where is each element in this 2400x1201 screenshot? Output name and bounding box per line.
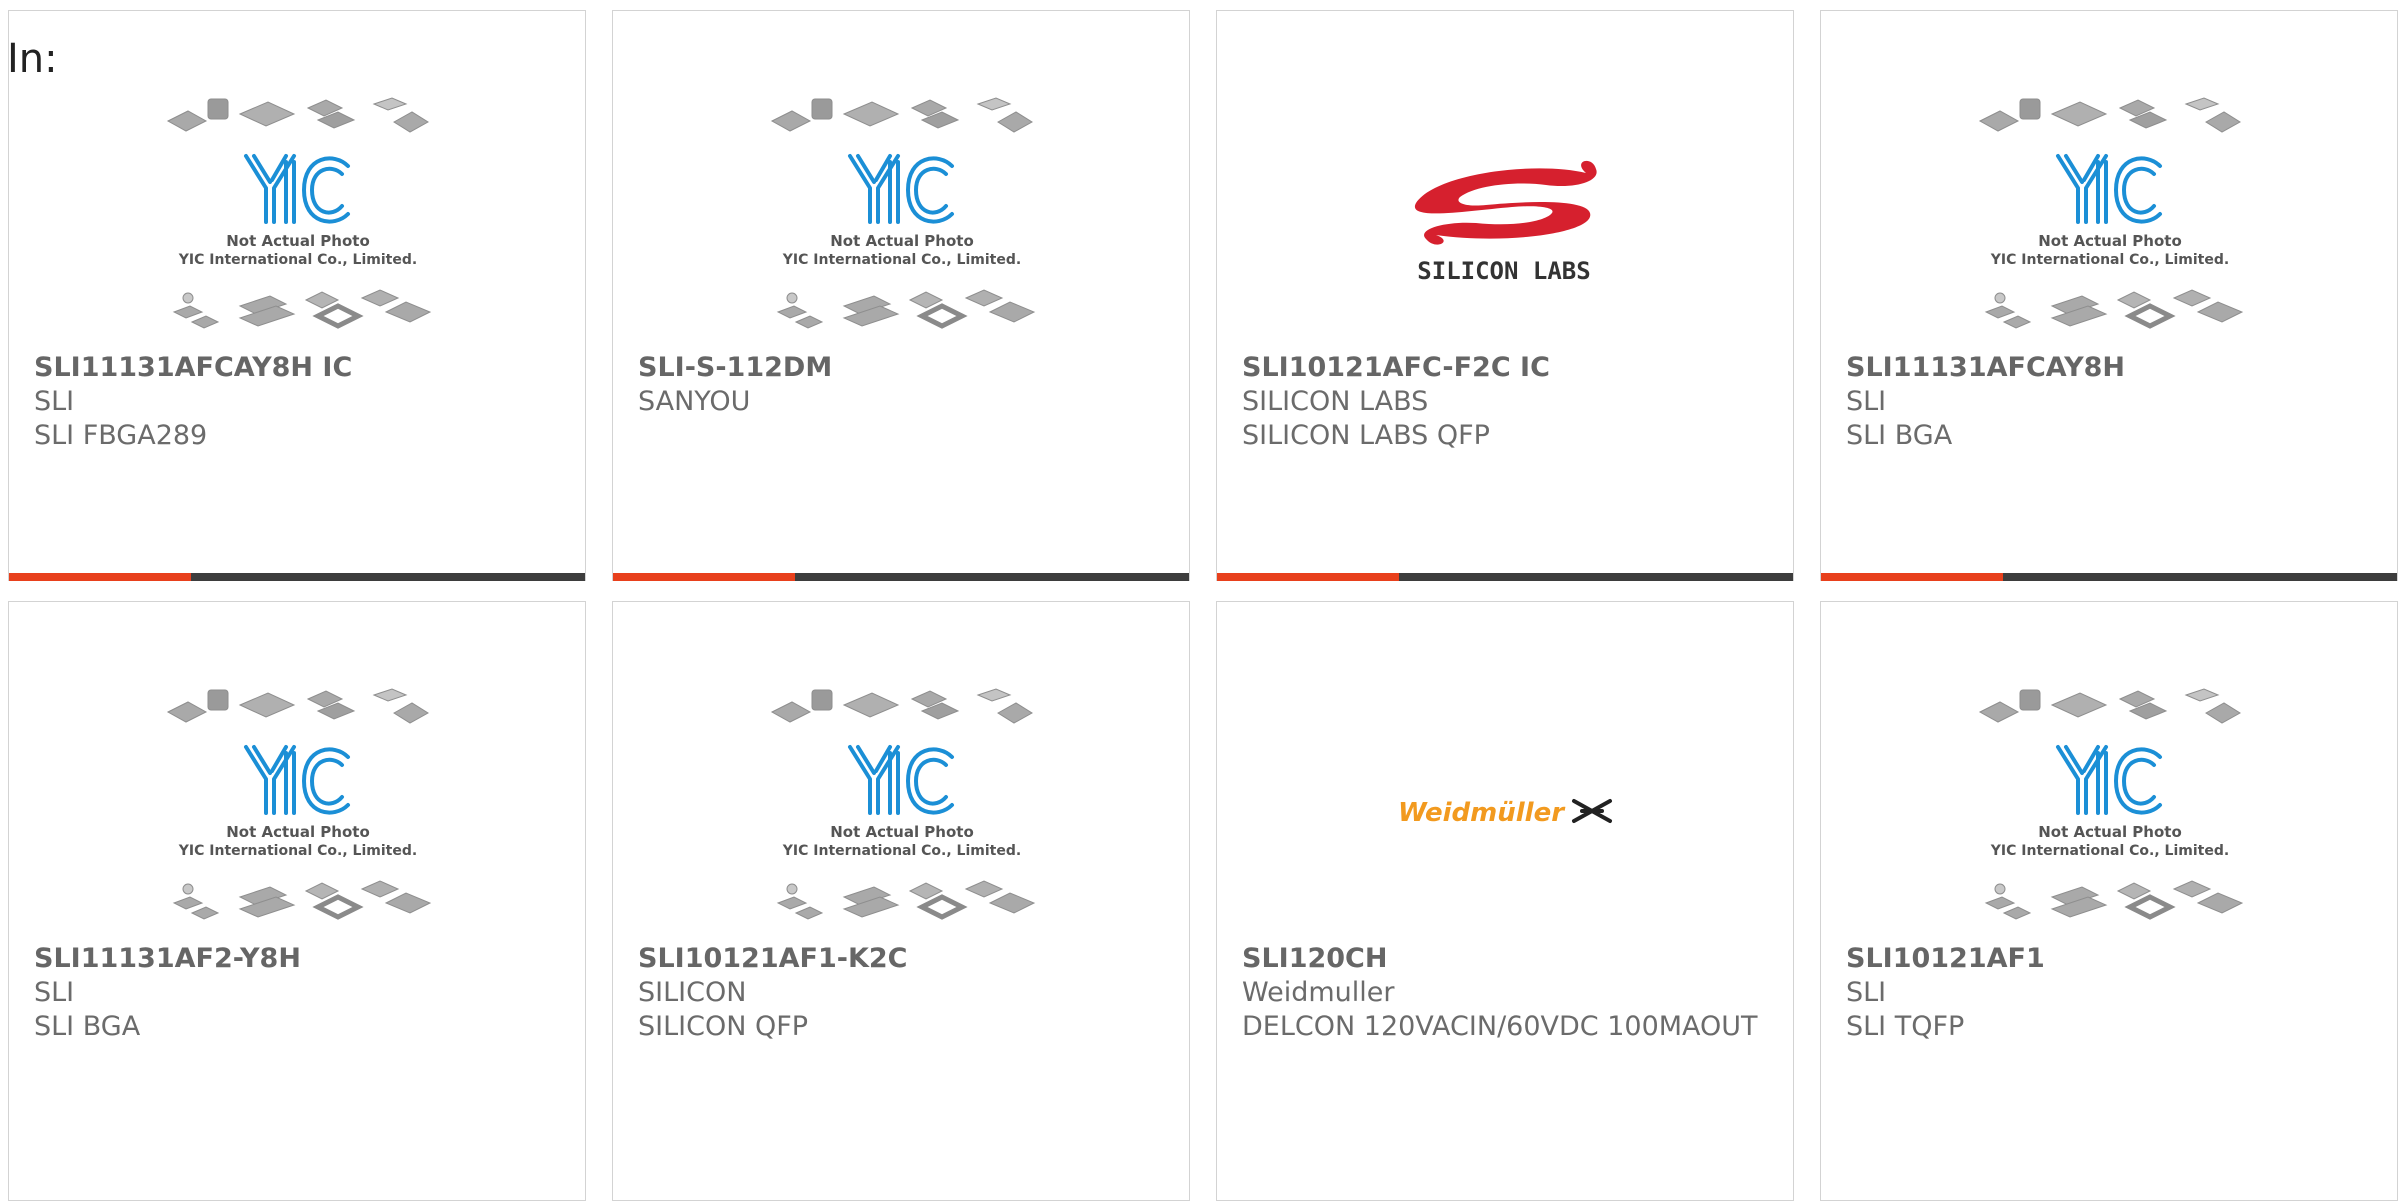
manufacturer-name: SILICON LABS bbox=[1242, 386, 1429, 417]
yic-caption-line1: Not Actual Photo bbox=[2038, 823, 2182, 841]
card-bottom-bar bbox=[9, 573, 585, 581]
manufacturer-name: SLI bbox=[34, 386, 75, 417]
yic-caption-line2: YIC International Co., Limited. bbox=[782, 843, 1021, 859]
yic-caption-line1: Not Actual Photo bbox=[226, 823, 370, 841]
silicon-labs-logo-icon: SILICON LABS bbox=[1414, 160, 1597, 285]
yic-caption-line1: Not Actual Photo bbox=[830, 232, 974, 250]
product-info: SLI10121AF1-K2C SILICON SILICON QFP bbox=[638, 942, 1164, 1044]
product-image[interactable]: SILICON LABS bbox=[1217, 91, 1795, 351]
part-number-link[interactable]: SLI11131AFCAY8H IC bbox=[34, 351, 560, 385]
product-card[interactable]: Not Actual Photo YIC International Co., L… bbox=[8, 601, 586, 1201]
card-accent-bar bbox=[613, 573, 795, 581]
yic-placeholder-image: Not Actual Photo YIC International Co., L… bbox=[1978, 97, 2244, 329]
product-card[interactable]: Weidmüller SLI120CH Weidmuller DELCON 120VA… bbox=[1216, 601, 1794, 1201]
product-description: SLI BGA bbox=[1846, 420, 1953, 451]
yic-logo-icon bbox=[244, 745, 350, 815]
manufacturer-name: SLI bbox=[1846, 386, 1887, 417]
yic-logo-icon bbox=[848, 745, 954, 815]
manufacturer-name: SLI bbox=[34, 977, 75, 1008]
yic-caption-line2: YIC International Co., Limited. bbox=[1990, 843, 2229, 859]
manufacturer-name: SILICON bbox=[638, 977, 747, 1008]
part-number-link[interactable]: SLI10121AFC-F2C IC bbox=[1242, 351, 1768, 385]
card-accent-bar bbox=[1217, 573, 1399, 581]
product-card[interactable]: Not Actual Photo YIC International Co., L… bbox=[1820, 10, 2398, 581]
card-bottom-bar bbox=[1217, 573, 1793, 581]
part-number-link[interactable]: SLI120CH bbox=[1242, 942, 1768, 976]
part-number-link[interactable]: SLI-S-112DM bbox=[638, 351, 1164, 385]
part-number-link[interactable]: SLI11131AF2-Y8H bbox=[34, 942, 560, 976]
yic-placeholder-image: Not Actual Photo YIC International Co., L… bbox=[1978, 688, 2244, 920]
part-number-link[interactable]: SLI10121AF1 bbox=[1846, 942, 2372, 976]
weidmuller-logo-text: Weidmüller bbox=[1398, 798, 1566, 828]
manufacturer-name: SLI bbox=[1846, 977, 1887, 1008]
manufacturer-name: Weidmuller bbox=[1242, 977, 1395, 1008]
product-description: SILICON QFP bbox=[638, 1011, 809, 1042]
product-description: SLI FBGA289 bbox=[34, 420, 208, 451]
product-image[interactable]: Not Actual Photo YIC International Co., L… bbox=[613, 682, 1191, 942]
product-card[interactable]: Not Actual Photo YIC International Co., L… bbox=[1820, 601, 2398, 1201]
product-info: SLI11131AF2-Y8H SLI SLI BGA bbox=[34, 942, 560, 1044]
product-info: SLI-S-112DM SANYOU bbox=[638, 351, 1164, 419]
yic-placeholder-image: Not Actual Photo YIC International Co., L… bbox=[770, 688, 1036, 920]
yic-caption-line2: YIC International Co., Limited. bbox=[782, 252, 1021, 268]
part-number-link[interactable]: SLI11131AFCAY8H bbox=[1846, 351, 2372, 385]
yic-placeholder-image: Not Actual Photo YIC International Co., L… bbox=[770, 97, 1036, 329]
product-image[interactable]: Not Actual Photo YIC International Co., L… bbox=[613, 91, 1191, 351]
card-accent-bar bbox=[9, 573, 191, 581]
yic-placeholder-image: Not Actual Photo YIC International Co., L… bbox=[166, 97, 432, 329]
card-bottom-bar bbox=[1821, 573, 2397, 581]
product-info: SLI120CH Weidmuller DELCON 120VACIN/60VDC … bbox=[1242, 942, 1768, 1044]
card-bottom-bar bbox=[613, 573, 1189, 581]
product-card[interactable]: Not Actual Photo YIC International Co., L… bbox=[612, 601, 1190, 1201]
filter-label: In: bbox=[7, 36, 58, 82]
product-card[interactable]: SILICON LABS SLI10121AFC-F2C IC SILICON LA… bbox=[1216, 10, 1794, 581]
yic-logo-icon bbox=[848, 154, 954, 224]
yic-logo-icon bbox=[2056, 154, 2162, 224]
product-grid: Not Actual Photo YIC International Co., L… bbox=[8, 10, 2398, 1201]
yic-placeholder-image: Not Actual Photo YIC International Co., L… bbox=[166, 688, 432, 920]
product-description: SLI TQFP bbox=[1846, 1011, 1965, 1042]
weidmuller-logo-icon: Weidmüller bbox=[1398, 798, 1612, 828]
product-info: SLI11131AFCAY8H IC SLI SLI FBGA289 bbox=[34, 351, 560, 453]
silicon-labs-logo-text: SILICON LABS bbox=[1417, 257, 1590, 285]
product-description: SLI BGA bbox=[34, 1011, 141, 1042]
product-card[interactable]: Not Actual Photo YIC International Co., L… bbox=[8, 10, 586, 581]
product-image[interactable]: Not Actual Photo YIC International Co., L… bbox=[1821, 91, 2399, 351]
product-info: SLI10121AF1 SLI SLI TQFP bbox=[1846, 942, 2372, 1044]
product-info: SLI11131AFCAY8H SLI SLI BGA bbox=[1846, 351, 2372, 453]
yic-caption-line1: Not Actual Photo bbox=[2038, 232, 2182, 250]
card-accent-bar bbox=[1821, 573, 2003, 581]
product-description: DELCON 120VACIN/60VDC 100MAOUT bbox=[1242, 1011, 1758, 1042]
yic-logo-icon bbox=[244, 154, 350, 224]
part-number-link[interactable]: SLI10121AF1-K2C bbox=[638, 942, 1164, 976]
product-info: SLI10121AFC-F2C IC SILICON LABS SILICON LA… bbox=[1242, 351, 1768, 453]
yic-caption-line2: YIC International Co., Limited. bbox=[178, 843, 417, 859]
product-card[interactable]: Not Actual Photo YIC International Co., L… bbox=[612, 10, 1190, 581]
yic-caption-line1: Not Actual Photo bbox=[830, 823, 974, 841]
product-image[interactable]: Weidmüller bbox=[1217, 682, 1795, 942]
product-description: SILICON LABS QFP bbox=[1242, 420, 1490, 451]
yic-caption-line2: YIC International Co., Limited. bbox=[1990, 252, 2229, 268]
yic-caption-line1: Not Actual Photo bbox=[226, 232, 370, 250]
yic-caption-line2: YIC International Co., Limited. bbox=[178, 252, 417, 268]
product-image[interactable]: Not Actual Photo YIC International Co., L… bbox=[9, 682, 587, 942]
product-image[interactable]: Not Actual Photo YIC International Co., L… bbox=[9, 91, 587, 351]
product-image[interactable]: Not Actual Photo YIC International Co., L… bbox=[1821, 682, 2399, 942]
manufacturer-name: SANYOU bbox=[638, 386, 751, 417]
yic-logo-icon bbox=[2056, 745, 2162, 815]
